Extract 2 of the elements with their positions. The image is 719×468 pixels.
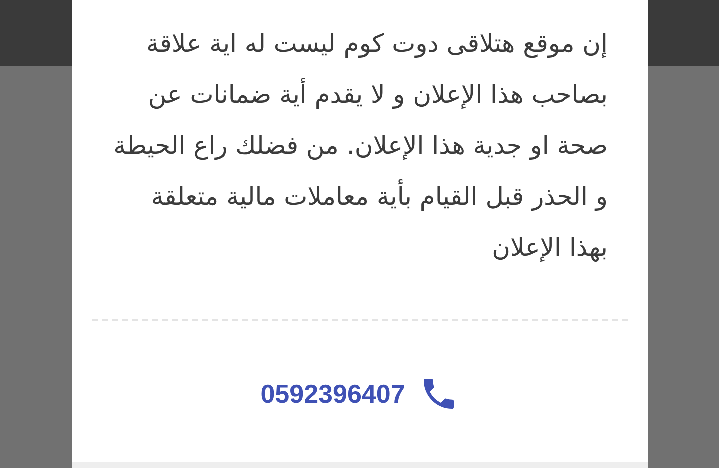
disclaimer-text: إن موقع هتلاقى دوت كوم ليست له اية علاقة بصاحب هذا الإعلان و لا يقدم أية ضمانات عن صحة او جدية هذا الإعلان. من فضلك راع الحيطة و الحذر قبل القيام بأية معاملات مالية متعلقة بهذا الإعلان <box>112 28 608 264</box>
call-link[interactable]: 0592396407 <box>260 374 460 414</box>
